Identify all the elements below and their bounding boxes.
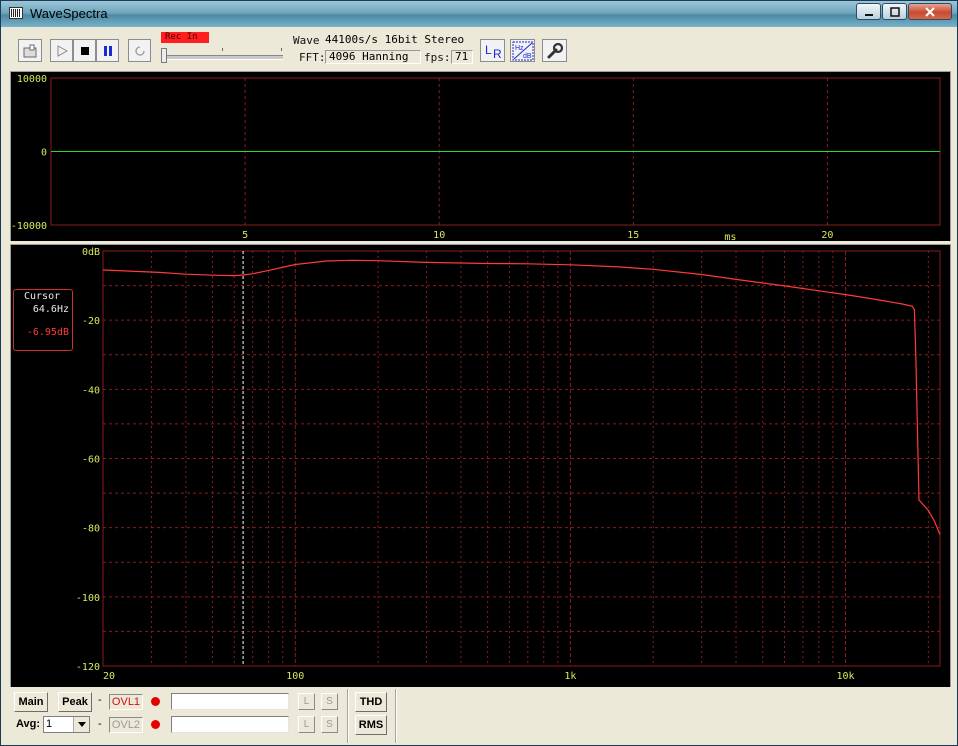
toolbar: Rec In Wave: 44100s/s 16bit Stereo FFT: …	[1, 27, 957, 71]
pause-button[interactable]	[96, 39, 119, 62]
chevron-down-icon[interactable]	[73, 717, 89, 732]
waveform-panel[interactable]: 10000 0 -10000 5 10 15 20 ms	[10, 71, 951, 242]
slider-tick	[222, 48, 223, 51]
rms-button[interactable]: RMS	[355, 715, 387, 735]
fft-label: FFT:	[299, 51, 326, 64]
fps-value: 71	[451, 50, 473, 64]
spectrum-plot-frame	[102, 250, 941, 667]
spectrum-ytick-label: -100	[76, 593, 100, 604]
thd-button[interactable]: THD	[355, 692, 387, 712]
spectrum-trace	[102, 259, 941, 535]
spectrum-ytick-label: -40	[82, 385, 100, 396]
wave-ytick-label: -10000	[11, 221, 47, 232]
wave-xtick-label: 5	[242, 230, 248, 241]
main-button[interactable]: Main	[14, 692, 48, 712]
record-dot-icon[interactable]	[151, 697, 160, 706]
rec-input-label: Rec In	[161, 32, 209, 43]
maximize-icon	[889, 6, 900, 17]
title-bar[interactable]: WaveSpectra	[1, 1, 957, 27]
wave-format-value: 44100s/s 16bit Stereo	[321, 33, 471, 47]
save-button-1[interactable]: S	[321, 693, 338, 710]
dash-separator: -	[98, 694, 102, 706]
app-icon	[9, 7, 23, 19]
open-file-button[interactable]	[18, 39, 42, 62]
hz-db-icon: Hz dB	[512, 41, 533, 60]
avg-select[interactable]: 1	[43, 716, 90, 733]
separator	[395, 689, 397, 743]
spectrum-xtick-label: 10k	[836, 671, 854, 682]
fps-label: fps:	[424, 51, 451, 64]
record-button[interactable]	[128, 39, 151, 62]
lr-channel-button[interactable]: L R	[480, 39, 505, 62]
play-icon	[57, 44, 68, 57]
svg-text:R: R	[493, 47, 502, 60]
svg-text:L: L	[485, 43, 492, 57]
wave-xunit-label: ms	[724, 232, 736, 241]
play-button[interactable]	[50, 39, 73, 62]
wrench-icon	[547, 42, 563, 58]
cursor-frequency: 64.6Hz	[32, 304, 69, 315]
avg-label: Avg:	[16, 718, 41, 730]
ovl1-indicator: OVL1	[109, 694, 143, 710]
stop-icon	[80, 46, 89, 55]
hz-db-scale-button[interactable]: Hz dB	[510, 39, 535, 62]
minimize-button[interactable]	[856, 3, 881, 20]
wave-xtick-label: 10	[433, 230, 445, 241]
spectrum-chart: 0dB -20 -40 -60 -80 -100 -12020 100 1k 10k	[76, 247, 941, 682]
rec-level-slider-thumb[interactable]	[161, 48, 167, 63]
spectrum-ytick-label: -60	[82, 455, 100, 466]
reload-icon	[134, 45, 145, 56]
fft-value: 4096 Hanning	[325, 50, 421, 64]
ovl2-indicator: OVL2	[109, 717, 143, 733]
open-file-icon	[23, 44, 37, 57]
spectrum-ytick-label: -80	[82, 524, 100, 535]
memo-field-1[interactable]	[171, 693, 289, 710]
spectrum-xtick-label: 100	[286, 671, 304, 682]
record-dot-icon[interactable]	[151, 720, 160, 729]
wave-xtick-label: 20	[821, 230, 833, 241]
pause-icon	[103, 45, 112, 56]
cursor-level: -6.95dB	[26, 327, 69, 338]
spectrum-xtick-label: 1k	[564, 671, 576, 682]
bottom-controls: Main Peak Avg: 1 - - OVL1 OVL2 L S L S T…	[1, 687, 957, 745]
memo-field-2[interactable]	[171, 716, 289, 733]
cursor-label: Cursor	[24, 291, 61, 302]
load-button-2[interactable]: L	[298, 716, 315, 733]
wave-xtick-label: 15	[627, 230, 639, 241]
spectrum-xtick-label: 20	[103, 671, 115, 682]
rec-level-slider-track[interactable]	[163, 55, 283, 60]
stop-button[interactable]	[73, 39, 96, 62]
save-button-2[interactable]: S	[321, 716, 338, 733]
wave-ytick-label: 10000	[17, 74, 47, 85]
settings-button[interactable]	[542, 39, 567, 62]
close-icon	[925, 6, 935, 17]
minimize-icon	[864, 13, 873, 16]
lr-channel-icon: L R	[485, 43, 502, 60]
maximize-button[interactable]	[882, 3, 907, 20]
load-button-1[interactable]: L	[298, 693, 315, 710]
spectrum-ytick-label: -20	[82, 316, 100, 327]
cursor-readout: Cursor 64.6Hz -6.95dB	[13, 289, 73, 351]
peak-button[interactable]: Peak	[58, 692, 92, 712]
dash-separator: -	[98, 718, 102, 730]
window-title: WaveSpectra	[30, 6, 108, 21]
spectrum-ytick-label: 0dB	[82, 247, 100, 258]
app-window: WaveSpectra Rec In Wave: 44100s/s 16bit …	[0, 0, 958, 746]
avg-value: 1	[46, 718, 53, 730]
wave-ytick-label: 0	[41, 148, 47, 159]
spectrum-panel[interactable]: 0dB -20 -40 -60 -80 -100 -120 20 100 1k 10k	[10, 244, 951, 689]
separator	[347, 689, 349, 743]
waveform-chart: 10000 0 -10000 5 10 15 20 ms	[11, 74, 941, 241]
spectrum-ytick-label: -120	[76, 662, 100, 673]
svg-text:Hz: Hz	[515, 45, 524, 52]
slider-tick	[281, 48, 282, 51]
close-button[interactable]	[908, 3, 952, 20]
svg-text:dB: dB	[523, 53, 532, 60]
